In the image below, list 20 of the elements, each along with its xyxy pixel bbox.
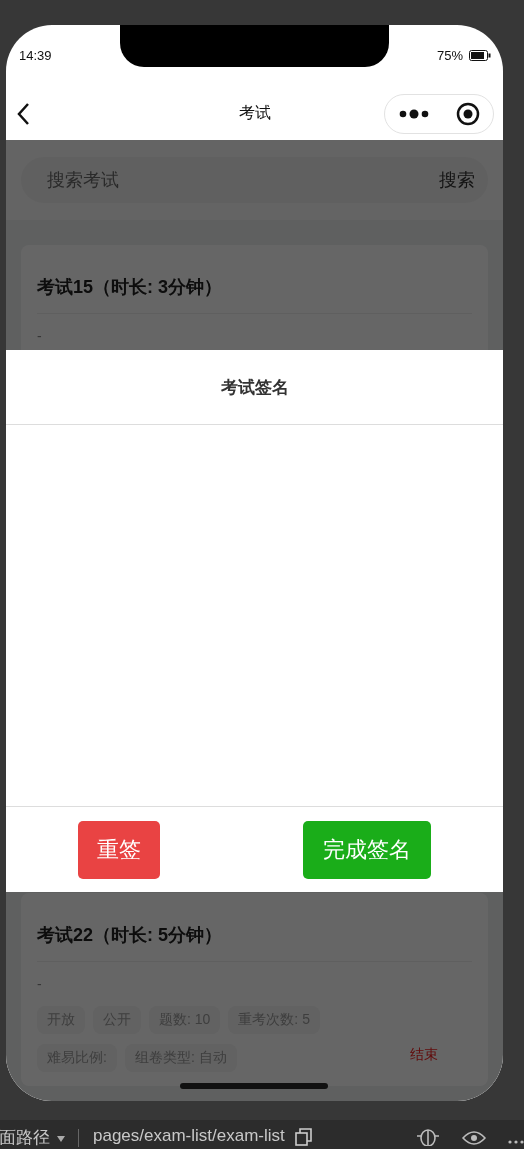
bug-icon[interactable] bbox=[416, 1126, 440, 1146]
battery-icon bbox=[469, 50, 491, 61]
exam-description: - bbox=[37, 976, 42, 992]
copy-icon[interactable] bbox=[294, 1128, 313, 1146]
more-icon[interactable] bbox=[398, 108, 429, 119]
page-title: 考试 bbox=[238, 104, 271, 121]
re-sign-button[interactable]: 重签 bbox=[78, 820, 160, 879]
exam-description: - bbox=[37, 328, 42, 344]
path-label[interactable]: 面路径 bbox=[0, 1126, 50, 1149]
exam-title: 考试15（时长: 3分钟） bbox=[37, 277, 223, 297]
exam-title: 考试22（时长: 5分钟） bbox=[37, 925, 223, 945]
exam-status: 结束 bbox=[410, 1046, 438, 1064]
page-path: pages/exam-list/exam-list bbox=[93, 1126, 285, 1146]
back-icon[interactable] bbox=[16, 101, 30, 126]
dialog-title: 考试签名 bbox=[220, 376, 289, 399]
search-button[interactable]: 搜索 bbox=[439, 168, 475, 192]
battery-percent: 75% bbox=[436, 48, 463, 63]
finish-sign-button[interactable]: 完成签名 bbox=[303, 820, 431, 879]
caret-icon[interactable] bbox=[56, 1135, 66, 1143]
status-time: 14:39 bbox=[19, 48, 52, 63]
